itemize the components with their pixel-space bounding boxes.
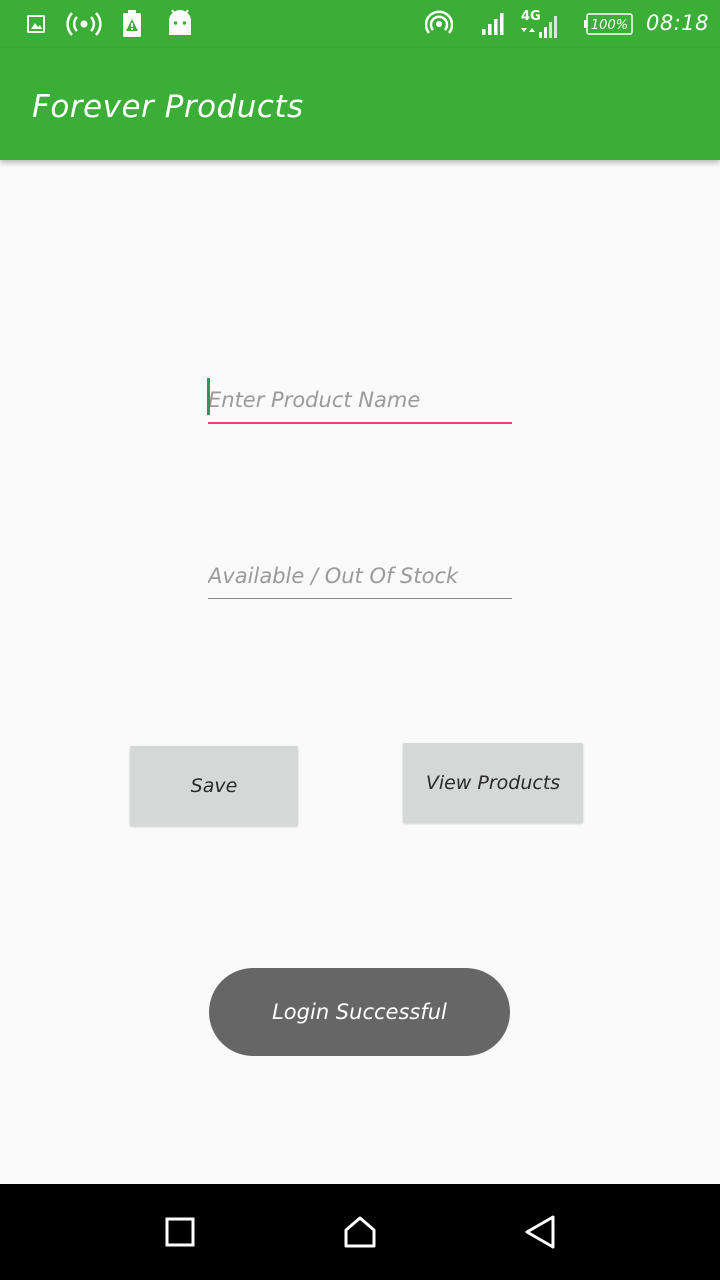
app-title: Forever Products (32, 89, 304, 125)
text-cursor (207, 378, 210, 415)
signal-icon (478, 0, 506, 48)
toast-message: Login Successful (209, 968, 510, 1056)
stock-status-input[interactable] (208, 554, 512, 599)
product-name-input[interactable] (208, 378, 512, 424)
back-icon[interactable] (492, 1184, 588, 1280)
status-bar: 4G 100% 08:18 (0, 0, 720, 48)
svg-text:100%: 100% (591, 18, 628, 33)
battery-icon: 100% (584, 0, 634, 48)
android-icon (166, 0, 194, 48)
clock: 08:18 (646, 11, 710, 35)
view-products-button[interactable]: View Products (403, 743, 583, 823)
image-icon (24, 0, 48, 48)
recents-icon[interactable] (132, 1184, 228, 1280)
battery-alert-icon (120, 0, 144, 48)
hotspot-icon (64, 0, 104, 48)
navigation-bar (0, 1184, 720, 1280)
signal-4g-icon: 4G (516, 0, 562, 48)
save-button[interactable]: Save (130, 746, 298, 826)
app-bar: Forever Products (0, 48, 720, 160)
home-icon[interactable] (312, 1184, 408, 1280)
svg-text:4G: 4G (521, 9, 541, 24)
wifi-hotspot-icon (424, 0, 454, 48)
